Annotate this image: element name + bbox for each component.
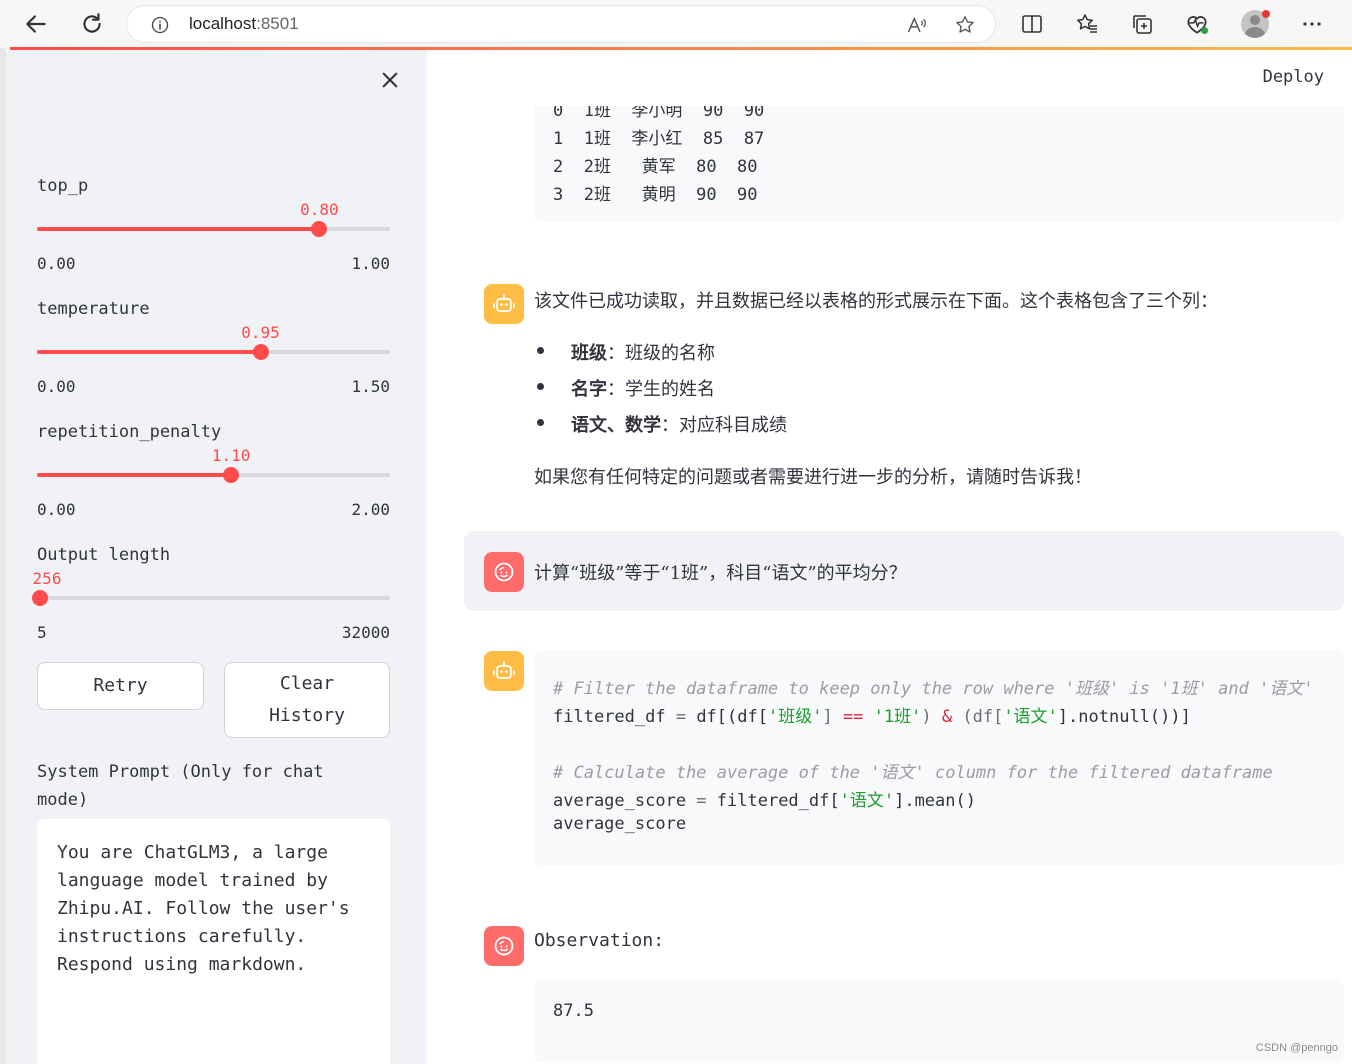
slider-min: 5: [37, 623, 47, 642]
bullet-dot: [537, 347, 544, 354]
dataframe-row: 2 2班 黄军 80 80: [553, 157, 758, 177]
code-line: average_score = filtered_df['语文'].mean(): [553, 791, 976, 811]
slider-value: 0.95: [241, 323, 280, 342]
system-prompt-textarea[interactable]: You are ChatGLM3, a large language model…: [37, 819, 390, 1064]
main-content: 0 1班 李小明 90 90 1 1班 李小红 85 87 2 2班 黄军 80…: [427, 50, 1352, 1064]
url-text: localhost:8501: [189, 14, 299, 33]
slider-min: 0.00: [37, 500, 76, 519]
slider-min: 0.00: [37, 254, 76, 273]
smiley-face-icon: [494, 936, 514, 956]
observation-value: 87.5: [553, 1001, 594, 1021]
slider-track[interactable]: [37, 473, 390, 477]
slider-track[interactable]: [37, 227, 390, 231]
retry-button[interactable]: Retry: [37, 662, 204, 710]
slider-track[interactable]: [37, 350, 390, 354]
favorite-star-icon[interactable]: [953, 13, 977, 37]
more-options-icon[interactable]: [1298, 10, 1326, 38]
code-comment: # Filter the dataframe to keep only the …: [553, 679, 1314, 699]
back-button[interactable]: [20, 8, 52, 40]
clear-history-button[interactable]: Clear History: [224, 662, 390, 738]
observation-output: 87.5: [534, 979, 1344, 1063]
read-aloud-icon[interactable]: [905, 13, 929, 37]
reload-icon: [83, 13, 101, 33]
code-line: filtered_df = df[(df['班级'] == '1班') & (d…: [553, 707, 1191, 727]
user-question-text: 计算“班级”等于“1班”，科目“语文”的平均分？: [534, 563, 907, 584]
code-line: average_score: [553, 814, 687, 834]
slider-temperature[interactable]: temperature 0.95 0.00 1.50: [37, 299, 390, 409]
assistant-avatar: [484, 651, 524, 691]
slider-label: Output length: [37, 545, 171, 565]
collections-icon[interactable]: [1128, 10, 1156, 38]
bullet-dot: [537, 383, 544, 390]
slider-max: 1.50: [351, 377, 390, 396]
slider-label: temperature: [37, 299, 150, 319]
slider-thumb[interactable]: [311, 221, 328, 237]
assistant-avatar: [484, 284, 524, 324]
close-sidebar-icon[interactable]: [378, 68, 402, 92]
arrow-left-icon: [26, 15, 46, 33]
code-block: # Filter the dataframe to keep only the …: [534, 650, 1344, 866]
slider-thumb[interactable]: [32, 590, 48, 606]
slider-max: 2.00: [351, 500, 390, 519]
slider-track[interactable]: [37, 596, 390, 600]
slider-value: 1.10: [211, 446, 251, 465]
deploy-button[interactable]: Deploy: [1263, 67, 1324, 87]
watermark: CSDN @penngo: [1255, 1042, 1338, 1054]
bullet-dot: [537, 419, 544, 426]
slider-min: 0.00: [37, 377, 76, 396]
bullet-item: 语文、数学：对应科目成绩: [571, 415, 787, 436]
user-avatar: [484, 926, 524, 966]
dataframe-row: 1 1班 李小红 85 87: [553, 129, 765, 149]
header-bar: Deploy: [427, 50, 1352, 106]
assistant-outro-text: 如果您有任何特定的问题或者需要进行进一步的分析，请随时告诉我！: [534, 467, 1092, 488]
code-comment: # Calculate the average of the '语文' colu…: [553, 763, 1273, 783]
robot-icon: [493, 661, 515, 679]
smiley-face-icon: [494, 562, 514, 582]
slider-thumb[interactable]: [252, 344, 269, 360]
slider-repetition-penalty[interactable]: repetition_penalty 1.10 0.00 2.00: [37, 422, 390, 532]
slider-top-p[interactable]: top_p 0.80 0.00 1.00: [37, 176, 390, 286]
bullet-item: 名字：学生的姓名: [571, 379, 715, 400]
browser-toolbar: localhost:8501: [0, 0, 1352, 48]
clear-history-label: Clear History: [269, 673, 345, 726]
slider-max: 1.00: [351, 254, 390, 273]
slider-value: 0.80: [300, 200, 339, 219]
assistant-intro-text: 该文件已成功读取，并且数据已经以表格的形式展示在下面。这个表格包含了三个列：: [534, 291, 1218, 312]
address-bar[interactable]: localhost:8501: [126, 5, 996, 43]
dataframe-row: 3 2班 黄明 90 90: [553, 185, 758, 205]
split-screen-icon[interactable]: [1018, 10, 1046, 38]
site-info-icon[interactable]: [149, 14, 171, 36]
reload-button[interactable]: [76, 8, 108, 40]
slider-value: 256: [32, 569, 62, 588]
browser-essentials-icon[interactable]: [1183, 10, 1211, 38]
slider-max: 32000: [341, 623, 390, 642]
user-avatar: [484, 552, 524, 592]
observation-label: Observation:: [534, 930, 665, 951]
slider-thumb[interactable]: [223, 467, 240, 483]
bullet-item: 班级：班级的名称: [571, 343, 715, 364]
favorites-icon[interactable]: [1073, 10, 1101, 38]
slider-output-length[interactable]: Output length 256 5 32000: [32, 545, 390, 655]
notification-dot: [1262, 10, 1270, 18]
slider-label: top_p: [37, 176, 89, 196]
slider-label: repetition_penalty: [37, 422, 222, 442]
robot-icon: [493, 294, 515, 312]
system-prompt-label: System Prompt (Only for chat mode): [37, 762, 324, 810]
sidebar: top_p 0.80 0.00 1.00 temperature 0.95 0.…: [6, 50, 427, 1064]
